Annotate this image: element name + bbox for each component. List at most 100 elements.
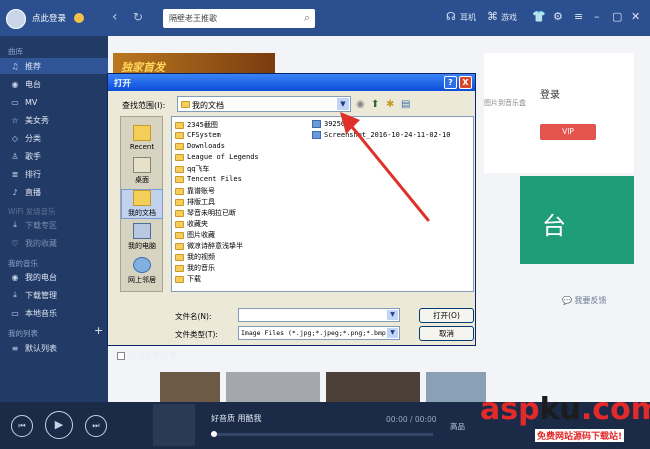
section-library: 曲库 [8, 47, 23, 56]
progress-bar[interactable] [211, 431, 433, 437]
folder-icon [175, 121, 184, 129]
album-cover[interactable] [153, 404, 195, 446]
annotation-arrow [340, 112, 430, 222]
right-panel [484, 53, 634, 173]
search-input[interactable]: 隔壁老王推歌 ⌕ [163, 9, 315, 28]
chevron-down-icon[interactable]: ▼ [387, 310, 398, 320]
close-icon[interactable]: ✕ [631, 10, 640, 23]
folder-item[interactable]: Tencent Files [175, 175, 242, 183]
person-icon: ♙ [11, 151, 19, 161]
dialog-title-bar[interactable]: 打开 ? X [108, 74, 475, 91]
folder-item[interactable]: 收藏夹 [175, 219, 208, 229]
place-desktop[interactable]: 桌面 [121, 157, 163, 185]
sidebar-item-favorites[interactable]: ♡ 我的收藏 [0, 235, 108, 251]
folder-item[interactable]: qq飞车 [175, 164, 209, 174]
menu-icon[interactable]: ≡ [574, 10, 583, 23]
checkbox-icon[interactable] [117, 351, 125, 360]
folder-item[interactable]: League of Legends [175, 153, 259, 161]
avatar[interactable] [6, 9, 26, 29]
coin-icon[interactable] [74, 13, 84, 23]
mic-icon: ♪ [12, 187, 18, 197]
right-panel-login[interactable]: 登录 [540, 86, 560, 101]
filetype-select[interactable]: Image Files (*.jpg;*.jpeg;*.png;*.bmp ▼ [238, 326, 400, 340]
folder-icon [175, 175, 184, 183]
sidebar-item-local-music[interactable]: ▭ 本地音乐 [0, 305, 108, 321]
place-my-documents[interactable]: 我的文档 [121, 189, 163, 219]
sidebar-item-mv[interactable]: ▭ MV [0, 94, 108, 110]
feedback-link[interactable]: 💬 我要反馈 [562, 295, 607, 306]
sidebar-item-my-radio[interactable]: ◉ 我的电台 [0, 269, 108, 285]
thumbnail[interactable] [226, 372, 320, 402]
sidebar-item-recommend[interactable]: ♫ 推荐 [0, 58, 108, 74]
cancel-button[interactable]: 取消 [419, 326, 474, 341]
folder-item[interactable]: 微凉诗醉意浅挚半 [175, 241, 243, 251]
singer-photo-checkbox[interactable]: 开启歌手写真 [117, 350, 177, 361]
section-wifi: WiFi 发烧音乐 [8, 207, 56, 216]
sidebar-item-singer[interactable]: ♙ 歌手 [0, 148, 108, 164]
section-mine: 我的音乐 [8, 259, 38, 268]
filename-input[interactable]: ▼ [238, 308, 400, 322]
sidebar-item-default-list[interactable]: ≡ 默认列表 [0, 340, 108, 356]
search-icon[interactable]: ⌕ [304, 11, 310, 25]
folder-item[interactable]: 排版工具 [175, 197, 215, 207]
chevron-down-icon[interactable]: ▼ [387, 328, 398, 338]
sidebar-item-beauty[interactable]: ☆ 美女秀 [0, 112, 108, 128]
filename-label: 文件名(N): [175, 312, 212, 321]
folder-item[interactable]: 下载 [175, 274, 201, 284]
folder-icon [175, 220, 184, 228]
sidebar-item-download-zone[interactable]: ⤓ 下载专区 [0, 217, 108, 233]
folder-item[interactable]: 琴音未明拉已断 [175, 208, 236, 218]
sidebar-item-live[interactable]: ♪ 直播 [0, 184, 108, 200]
folder-item[interactable]: Downloads [175, 142, 225, 150]
dialog-close-button[interactable]: X [459, 76, 472, 89]
lookin-label: 查找范围(I): [122, 101, 166, 110]
places-bar: Recent 桌面 我的文档 我的电脑 网上邻居 [120, 116, 163, 292]
folder-item[interactable]: 图片收藏 [175, 230, 215, 240]
help-button[interactable]: ? [444, 76, 457, 89]
place-recent[interactable]: Recent [121, 125, 163, 151]
music-note-icon: ♫ [11, 61, 19, 71]
previous-icon[interactable]: ⏮ [11, 415, 33, 437]
back-icon[interactable]: ‹ [112, 9, 118, 25]
headphone-icon: ☊ [446, 10, 456, 23]
search-value: 隔壁老王推歌 [169, 14, 217, 23]
play-icon[interactable]: ▶ [45, 411, 73, 439]
maximize-icon[interactable]: ▢ [612, 10, 622, 23]
sidebar-item-ranking[interactable]: ≣ 排行 [0, 166, 108, 182]
thumbnail[interactable] [160, 372, 220, 402]
thumbnail[interactable] [426, 372, 486, 402]
sidebar-item-radio[interactable]: ◉ 电台 [0, 76, 108, 92]
quality-button[interactable]: 高品 [450, 421, 465, 432]
folder-item[interactable]: 我的视频 [175, 252, 215, 262]
progress-handle[interactable] [211, 431, 217, 437]
folder-item[interactable]: 我的音乐 [175, 263, 215, 273]
place-my-computer[interactable]: 我的电脑 [121, 223, 163, 251]
sidebar-item-download-manager[interactable]: ⤓ 下载管理 [0, 287, 108, 303]
next-icon[interactable]: ⏭ [85, 415, 107, 437]
place-network[interactable]: 网上邻居 [121, 257, 163, 285]
shirt-icon[interactable]: 👕 [532, 10, 546, 23]
sidebar-item-category[interactable]: ◇ 分类 [0, 130, 108, 146]
vip-button[interactable]: VIP [540, 124, 596, 140]
station-banner[interactable]: 台 [520, 176, 634, 264]
add-list-button[interactable]: + [94, 324, 103, 337]
folder-item[interactable]: 靠谱账号 [175, 186, 215, 196]
documents-folder-icon [133, 190, 151, 206]
watermark-logo: aspku.com [480, 392, 650, 427]
heart-icon: ♡ [11, 238, 19, 248]
folder-icon [175, 142, 184, 150]
folder-icon [175, 198, 184, 206]
lookin-select[interactable]: 我的文档 ▼ [177, 96, 351, 112]
chart-icon: ≣ [11, 169, 19, 179]
games-button[interactable]: 游戏 [501, 12, 517, 23]
refresh-icon[interactable]: ↻ [133, 10, 143, 24]
folder-item[interactable]: CFSystem [175, 131, 221, 139]
folder-item[interactable]: 2345截图 [175, 120, 218, 130]
login-link[interactable]: 点此登录 [32, 12, 66, 24]
earphone-button[interactable]: 耳机 [460, 12, 476, 23]
open-button[interactable]: 打开(O) [419, 308, 474, 323]
right-panel-hint: 图片到音乐盒 [484, 99, 526, 107]
thumbnail[interactable] [326, 372, 420, 402]
gear-icon[interactable]: ⚙ [553, 10, 563, 23]
minimize-icon[interactable]: – [594, 10, 600, 23]
